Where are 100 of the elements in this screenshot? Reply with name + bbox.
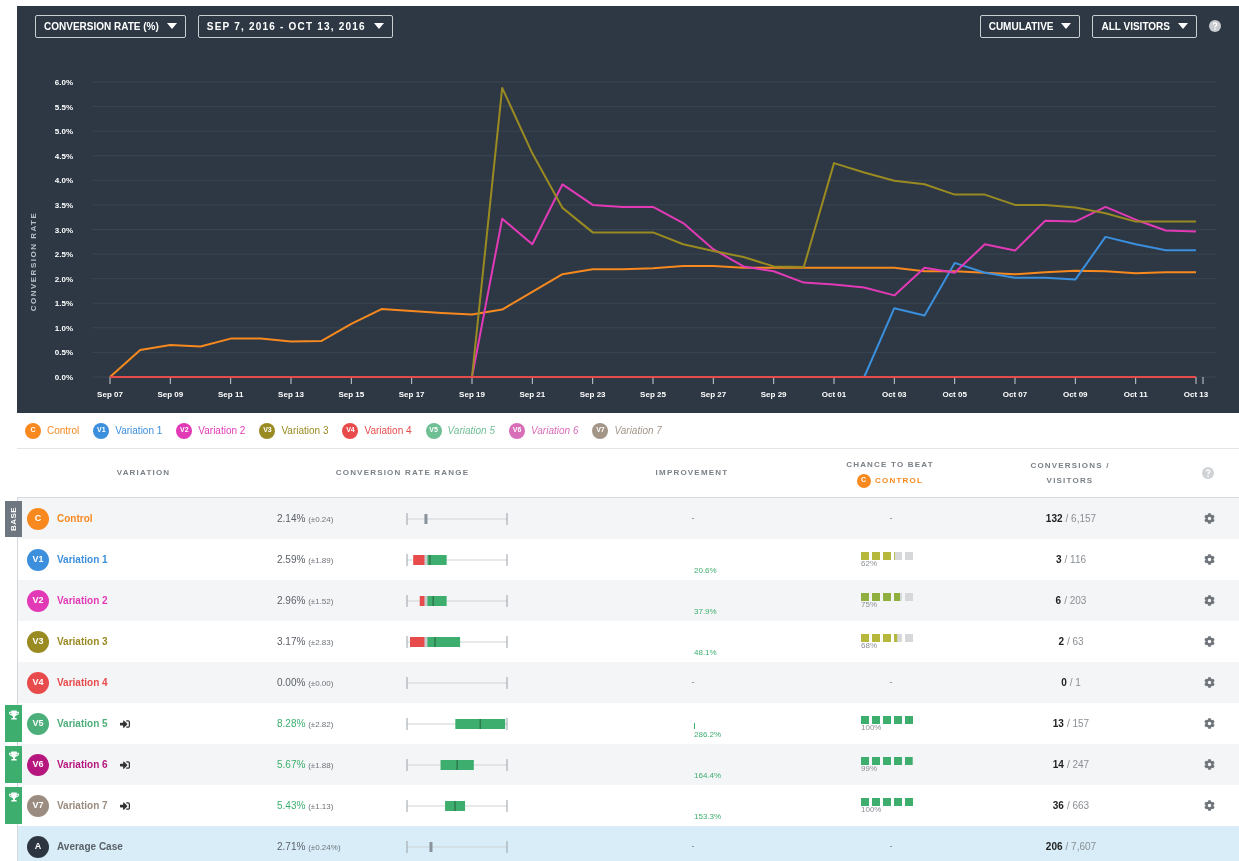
improvement-value: - [691, 511, 695, 525]
settings-icon[interactable] [1203, 718, 1215, 729]
variation-name[interactable]: Variation 4 [57, 675, 108, 690]
settings-icon[interactable] [1203, 595, 1215, 606]
settings-icon[interactable] [1203, 800, 1215, 811]
y-tick-label: 1.0% [54, 323, 73, 333]
chance-value: - [889, 511, 893, 525]
chance-meter [861, 592, 914, 601]
variation-name[interactable]: Variation 3 [57, 634, 108, 649]
sign-in-icon[interactable] [119, 718, 130, 729]
trophy-icon [8, 751, 19, 761]
conversions-count: 6 [1055, 594, 1062, 608]
improvement-value: 37.9% [694, 606, 718, 618]
visitors-count: / 116 [1064, 553, 1087, 567]
visitors-count: / 7,607 [1065, 840, 1097, 854]
y-tick-label: 5.0% [54, 127, 73, 137]
settings-icon[interactable] [1203, 677, 1215, 688]
column-header: VARIATION [115, 467, 172, 479]
settings-icon[interactable] [1203, 513, 1215, 524]
chance-value: 99% [861, 764, 877, 773]
conversions-count: 206 [1045, 840, 1063, 854]
improvement-marker [694, 723, 695, 729]
improvement-value: 20.6% [694, 565, 718, 577]
chance-value: 75% [861, 600, 877, 609]
caret-icon [373, 23, 384, 29]
variation-name[interactable]: Variation 6 [57, 757, 108, 772]
y-axis-label: CONVERSION RATE [29, 211, 38, 312]
x-tick-label: Oct 13 [1183, 390, 1209, 399]
conversion-rate: 5.67% (±1.88) [276, 758, 335, 772]
y-tick-label: 6.0% [54, 78, 73, 87]
conversions-count: 13 [1052, 717, 1064, 731]
dropdown-button[interactable]: SEP 7, 2016 - OCT 13, 2016 [197, 14, 393, 38]
sign-in-icon[interactable] [119, 759, 130, 770]
y-tick-label: 0.0% [54, 373, 73, 382]
y-tick-label: 3.5% [54, 200, 73, 210]
column-header: CHANCE TO BEAT [846, 458, 934, 471]
visitors-count: / 157 [1066, 717, 1090, 731]
chance-meter [861, 715, 914, 724]
chance-value: 62% [861, 559, 877, 568]
dropdown-button[interactable]: CONVERSION RATE (%) [35, 14, 186, 38]
chance-meter [861, 797, 914, 806]
column-header: IMPROVEMENT [654, 467, 730, 479]
caret-icon [1178, 23, 1188, 29]
y-tick-label: 0.5% [54, 348, 73, 358]
trophy-icon [8, 710, 19, 720]
conversion-rate: 3.17% (±2.83) [276, 635, 335, 649]
conversions-count: 36 [1052, 799, 1064, 813]
dropdown-button[interactable]: ALL VISITORS [1092, 14, 1197, 38]
x-tick-label: Sep 13 [278, 390, 304, 399]
sign-in-icon[interactable] [119, 800, 130, 811]
settings-icon[interactable] [1203, 759, 1215, 770]
column-header: VISITORS [1046, 474, 1094, 487]
conversion-rate: 0.00% (±0.00) [276, 676, 335, 690]
y-tick-label: 4.0% [54, 176, 73, 186]
variation-name[interactable]: Variation 5 [57, 716, 108, 731]
variation-name[interactable]: Variation 1 [57, 552, 108, 567]
conversions-count: 0 [1061, 676, 1067, 690]
y-tick-label: 4.5% [54, 151, 73, 161]
conversion-rate: 2.59% (±1.89) [276, 553, 335, 567]
variation-name[interactable]: Variation 2 [57, 593, 108, 608]
conversion-rate: 8.28% (±2.82) [276, 717, 335, 731]
chance-value: 100% [861, 805, 882, 814]
x-tick-label: Oct 07 [1002, 390, 1028, 399]
settings-icon[interactable] [1203, 636, 1215, 647]
column-header: CONVERSIONS / [1030, 459, 1110, 472]
x-tick-label: Oct 11 [1123, 390, 1148, 399]
x-tick-label: Sep 15 [338, 390, 365, 399]
variation-badge: A [27, 835, 49, 858]
conversions-count: 14 [1052, 758, 1064, 772]
x-tick-label: Sep 19 [459, 390, 485, 399]
variation-badge: V5 [27, 712, 49, 735]
caret-icon [166, 23, 177, 29]
caret-icon [1061, 23, 1072, 29]
variation-badge: V1 [27, 548, 49, 571]
conversion-rate: 2.14% (±0.24) [276, 512, 335, 526]
visitors-count: / 203 [1064, 594, 1087, 608]
x-tick-label: Oct 05 [942, 390, 967, 399]
chance-meter [861, 633, 914, 642]
improvement-value: 153.3% [694, 811, 723, 823]
x-tick-label: Sep 07 [97, 390, 123, 399]
visitors-count: / 663 [1066, 799, 1090, 813]
visitors-count: / 6,157 [1065, 512, 1097, 526]
x-tick-label: Sep 27 [700, 390, 727, 399]
x-tick-label: Sep 11 [218, 390, 244, 399]
chance-value: - [889, 675, 893, 689]
settings-icon[interactable] [1203, 554, 1215, 565]
dropdown-button[interactable]: CUMULATIVE [979, 14, 1081, 38]
conversion-rate: 2.71% (±0.24%) [276, 840, 342, 854]
variation-name[interactable]: Average Case [57, 839, 123, 854]
variation-name[interactable]: Control [57, 511, 93, 526]
chance-value: - [889, 839, 893, 853]
variation-name[interactable]: Variation 7 [57, 798, 108, 813]
y-tick-label: 1.5% [54, 299, 73, 309]
improvement-value: 164.4% [694, 770, 723, 782]
column-header: CONTROL [875, 474, 923, 487]
x-tick-label: Oct 01 [821, 390, 847, 399]
improvement-value: - [691, 839, 695, 853]
help-icon[interactable] [1209, 20, 1221, 32]
column-header: CONVERSION RATE RANGE [334, 467, 471, 479]
variation-badge: V3 [27, 630, 49, 653]
